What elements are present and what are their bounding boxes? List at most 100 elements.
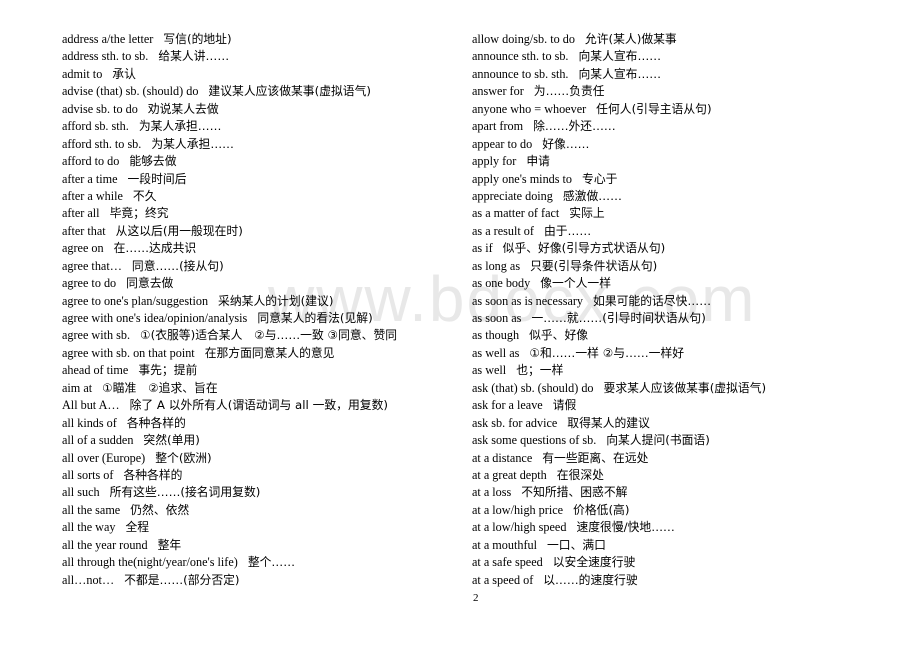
phrase-chinese: 以……的速度行驶 — [543, 572, 638, 587]
phrase-entry: anyone who = whoever 任何人(引导主语从句) — [472, 101, 892, 118]
phrase-english: at a safe speed — [472, 555, 543, 570]
phrase-chinese: 仍然、依然 — [130, 502, 190, 517]
phrase-chinese: 允许(某人)做某事 — [584, 32, 677, 46]
page-number: 2 — [473, 592, 479, 604]
phrase-chinese: 也；一样 — [516, 363, 564, 378]
phrase-entry: ask some questions of sb. 向某人提问(书面语) — [472, 432, 892, 449]
phrase-english: as though — [472, 328, 520, 343]
phrase-chinese: 感激做…… — [562, 188, 622, 203]
phrase-chinese: 速度很慢/快地…… — [576, 520, 675, 535]
phrase-chinese: 整个…… — [247, 555, 296, 570]
phrase-entry: ask sb. for advice 取得某人的建议 — [472, 415, 892, 432]
phrase-chinese: 整年 — [157, 537, 182, 552]
phrase-chinese: 除……外还…… — [533, 119, 616, 134]
phrase-english: allow doing/sb. to do — [472, 32, 575, 46]
phrase-chinese: 专心于 — [582, 171, 618, 186]
phrase-english: apply for — [472, 154, 517, 169]
phrase-entry: all such 所有这些……(接名词用复数) — [62, 484, 457, 501]
phrase-entry: all over (Europe) 整个(欧洲) — [62, 450, 457, 467]
phrase-english: agree to do — [62, 276, 117, 291]
phrase-english: all…not… — [62, 572, 115, 587]
phrase-english: admit to — [62, 66, 103, 81]
phrase-entry: appear to do 好像…… — [472, 136, 892, 153]
phrase-chinese: 除了 A 以外所有人(谓语动词与 all 一致，用复数) — [129, 398, 388, 413]
phrase-chinese: ①和……一样 ②与……一样好 — [529, 345, 685, 360]
phrase-entry: as soon as 一……就……(引导时间状语从句) — [472, 310, 892, 327]
phrase-chinese: 为……负责任 — [533, 84, 605, 99]
phrase-english: appreciate doing — [472, 188, 553, 203]
phrase-english: announce sth. to sb. — [472, 49, 569, 64]
phrase-english: afford to do — [62, 154, 120, 169]
phrase-entry: aim at ①瞄准 ②追求、旨在 — [62, 380, 457, 397]
phrase-entry: after all 毕竟；终究 — [62, 205, 457, 222]
phrase-english: agree with one's idea/opinion/analysis — [62, 311, 248, 325]
phrase-english: advise sb. to do — [62, 101, 138, 116]
phrase-chinese: ①瞄准 ②追求、旨在 — [102, 380, 218, 395]
phrase-entry: advise (that) sb. (should) do 建议某人应该做某事(虚… — [62, 83, 457, 100]
phrase-english: all the way — [62, 520, 116, 535]
phrase-chinese: 向某人提问(书面语) — [606, 433, 710, 448]
phrase-entry: agree to do 同意去做 — [62, 275, 457, 292]
phrase-chinese: 在……达成共识 — [113, 241, 197, 256]
phrase-english: agree with sb. — [62, 328, 131, 343]
phrase-chinese: 写信(的地址) — [163, 32, 232, 46]
phrase-english: at a loss — [472, 485, 512, 500]
phrase-chinese: 不久 — [132, 188, 157, 203]
phrase-entry: apart from 除……外还…… — [472, 118, 892, 135]
phrase-chinese: 同意去做 — [126, 276, 174, 291]
phrase-chinese: 突然(单用) — [143, 433, 200, 448]
phrase-english: All but A… — [62, 398, 120, 413]
phrase-entry: at a distance 有一些距离、在远处 — [472, 450, 892, 467]
phrase-english: as well — [472, 363, 507, 378]
phrase-chinese: 不都是……(部分否定) — [124, 572, 240, 587]
phrase-english: at a great depth — [472, 467, 547, 482]
phrase-entry: apply one's minds to 专心于 — [472, 171, 892, 188]
phrase-chinese: 取得某人的建议 — [567, 415, 650, 430]
phrase-entry: as though 似乎、好像 — [472, 327, 892, 344]
phrase-entry: all the same 仍然、依然 — [62, 502, 457, 519]
phrase-english: apply one's minds to — [472, 171, 573, 186]
phrase-entry: ask for a leave 请假 — [472, 397, 892, 414]
phrase-english: ask (that) sb. (should) do — [472, 380, 594, 395]
phrase-entry: apply for 申请 — [472, 153, 892, 170]
phrase-entry: agree with sb. ①(衣服等)适合某人 ②与……一致 ③同意、赞同 — [62, 327, 457, 344]
phrase-chinese: 各种各样的 — [123, 467, 183, 482]
phrase-chinese: 所有这些……(接名词用复数) — [109, 485, 261, 500]
phrase-chinese: 不知所措、困惑不解 — [521, 485, 628, 500]
phrase-entry: as soon as is necessary 如果可能的话尽快…… — [472, 293, 892, 310]
phrase-entry: agree to one's plan/suggestion 采纳某人的计划(建议… — [62, 293, 457, 310]
phrase-chinese: 同意某人的看法(见解) — [257, 311, 373, 325]
phrase-chinese: 从这以后(用一般现在时) — [115, 223, 243, 238]
phrase-chinese: 能够去做 — [129, 154, 177, 169]
phrase-chinese: 一口、满口 — [546, 537, 606, 552]
phrase-entry: as well as ①和……一样 ②与……一样好 — [472, 345, 892, 362]
phrase-english: at a low/high speed — [472, 520, 567, 535]
left-column: address a/the letter 写信(的地址) address sth. … — [62, 31, 457, 589]
phrase-english: at a speed of — [472, 572, 534, 587]
phrase-english: answer for — [472, 84, 524, 99]
phrase-entry: all…not… 不都是……(部分否定) — [62, 572, 457, 589]
phrase-chinese: 给某人讲…… — [158, 49, 230, 64]
phrase-english: ask for a leave — [472, 398, 543, 413]
phrase-chinese: 以安全速度行驶 — [552, 555, 636, 570]
phrase-entry: at a great depth 在很深处 — [472, 467, 892, 484]
phrase-english: all over (Europe) — [62, 450, 146, 465]
phrase-english: ask sb. for advice — [472, 415, 558, 430]
phrase-english: announce to sb. sth. — [472, 66, 569, 81]
phrase-chinese: 要求某人应该做某事(虚拟语气) — [603, 380, 767, 395]
phrase-chinese: 毕竟；终究 — [109, 206, 169, 221]
phrase-english: aim at — [62, 380, 93, 395]
right-column: allow doing/sb. to do 允许(某人)做某事 announce s… — [472, 31, 892, 589]
phrase-entry: All but A… 除了 A 以外所有人(谓语动词与 all 一致，用复数) — [62, 397, 457, 414]
phrase-chinese: 只要(引导条件状语从句) — [530, 258, 658, 273]
phrase-entry: appreciate doing 感激做…… — [472, 188, 892, 205]
phrase-chinese: 各种各样的 — [126, 415, 186, 430]
phrase-chinese: 整个(欧洲) — [155, 450, 212, 465]
phrase-english: after all — [62, 206, 100, 221]
phrase-entry: all of a sudden 突然(单用) — [62, 432, 457, 449]
phrase-english: all sorts of — [62, 467, 114, 482]
phrase-english: as a result of — [472, 223, 534, 238]
phrase-entry: at a speed of 以……的速度行驶 — [472, 572, 892, 589]
phrase-english: as soon as is necessary — [472, 293, 584, 308]
phrase-chinese: 任何人(引导主语从句) — [596, 101, 712, 116]
